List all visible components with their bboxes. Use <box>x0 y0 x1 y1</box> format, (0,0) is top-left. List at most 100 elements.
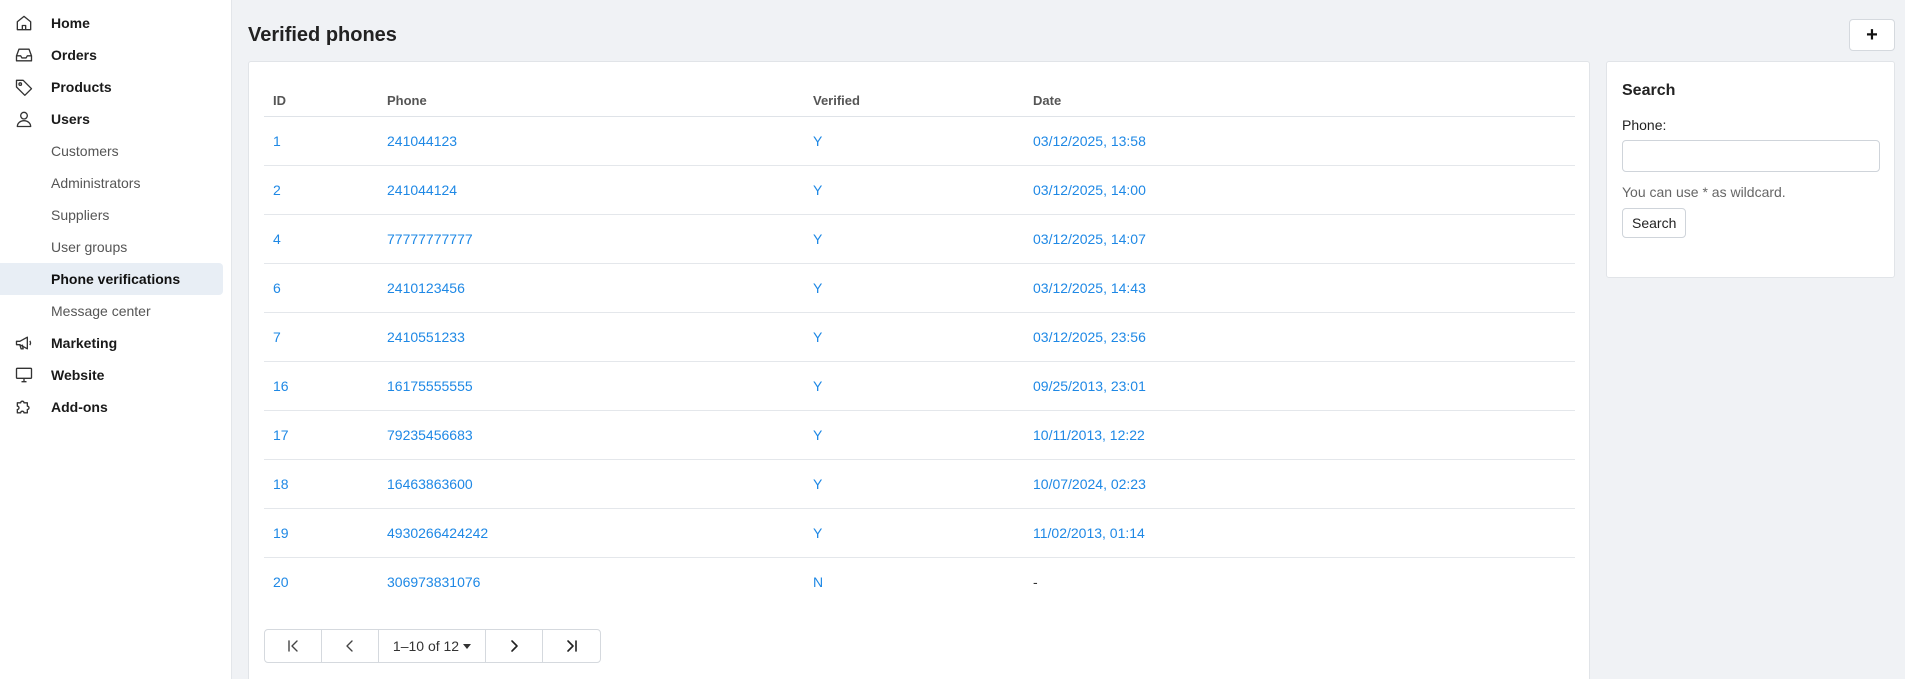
cell-date[interactable]: 03/12/2025, 14:43 <box>1024 263 1575 313</box>
cell-verified[interactable]: Y <box>804 214 1024 264</box>
sidebar-item-user-groups[interactable]: User groups <box>0 231 231 263</box>
previous-page-button[interactable] <box>322 630 379 662</box>
column-header-verified[interactable]: Verified <box>804 86 1024 117</box>
page-title: Verified phones <box>248 24 397 46</box>
puzzle-icon <box>14 397 34 417</box>
sidebar-item-label: Products <box>51 79 112 95</box>
cell-date[interactable]: 03/12/2025, 13:58 <box>1024 116 1575 166</box>
cell-phone[interactable]: 241044123 <box>378 116 804 166</box>
cell-phone[interactable]: 79235456683 <box>378 410 804 460</box>
cell-id[interactable]: 6 <box>264 263 378 313</box>
sidebar-item-customers[interactable]: Customers <box>0 135 231 167</box>
pagination: 1–10 of 12 <box>264 629 601 663</box>
cell-id[interactable]: 2 <box>264 165 378 215</box>
table-row[interactable]: 1 241044123 Y 03/12/2025, 13:58 <box>264 116 1575 166</box>
cell-verified[interactable]: Y <box>804 459 1024 509</box>
cell-verified[interactable]: Y <box>804 361 1024 411</box>
phone-label: Phone: <box>1622 117 1667 133</box>
column-header-phone[interactable]: Phone <box>378 86 804 117</box>
last-page-button[interactable] <box>543 630 600 662</box>
cell-phone[interactable]: 16175555555 <box>378 361 804 411</box>
page-range-label: 1–10 of 12 <box>392 638 460 654</box>
user-icon <box>14 109 34 129</box>
cell-id[interactable]: 16 <box>264 361 378 411</box>
first-page-button[interactable] <box>265 630 322 662</box>
sidebar: Home Orders Products Users Customers Adm… <box>0 0 232 679</box>
sidebar-item-products[interactable]: Products <box>0 71 231 103</box>
wildcard-hint: You can use * as wildcard. <box>1622 184 1786 200</box>
cell-id[interactable]: 4 <box>264 214 378 264</box>
tag-icon <box>14 77 34 97</box>
search-title: Search <box>1622 82 1676 99</box>
chevron-left-icon <box>346 640 353 652</box>
phone-search-input[interactable] <box>1622 140 1880 172</box>
cell-date[interactable]: 10/07/2024, 02:23 <box>1024 459 1575 509</box>
sidebar-item-label: Website <box>51 367 105 383</box>
search-button[interactable]: Search <box>1622 208 1687 238</box>
table-row[interactable]: 17 79235456683 Y 10/11/2013, 12:22 <box>264 410 1575 460</box>
first-page-icon <box>288 640 298 652</box>
cell-date[interactable]: 03/12/2025, 14:07 <box>1024 214 1575 264</box>
cell-verified[interactable]: Y <box>804 263 1024 313</box>
sidebar-item-suppliers[interactable]: Suppliers <box>0 199 231 231</box>
cell-date[interactable]: 10/11/2013, 12:22 <box>1024 410 1575 460</box>
inbox-icon <box>14 45 34 65</box>
sidebar-item-users[interactable]: Users <box>0 103 231 135</box>
table-row[interactable]: 6 2410123456 Y 03/12/2025, 14:43 <box>264 263 1575 313</box>
column-header-date[interactable]: Date <box>1024 86 1575 117</box>
table-row[interactable]: 16 16175555555 Y 09/25/2013, 23:01 <box>264 361 1575 411</box>
page-range-dropdown[interactable]: 1–10 of 12 <box>379 630 486 662</box>
table-row[interactable]: 18 16463863600 Y 10/07/2024, 02:23 <box>264 459 1575 509</box>
sidebar-item-marketing[interactable]: Marketing <box>0 327 231 359</box>
sidebar-item-label: Add-ons <box>51 399 108 415</box>
cell-date[interactable]: 03/12/2025, 23:56 <box>1024 312 1575 362</box>
sidebar-item-label: Home <box>51 15 90 31</box>
add-button[interactable]: + <box>1849 19 1895 51</box>
table-row[interactable]: 19 4930266424242 Y 11/02/2013, 01:14 <box>264 508 1575 558</box>
cell-verified[interactable]: Y <box>804 508 1024 558</box>
cell-id[interactable]: 20 <box>264 557 378 606</box>
megaphone-icon <box>14 333 34 353</box>
cell-phone[interactable]: 16463863600 <box>378 459 804 509</box>
home-icon <box>14 13 34 33</box>
cell-id[interactable]: 7 <box>264 312 378 362</box>
cell-verified[interactable]: N <box>804 557 1024 606</box>
cell-phone[interactable]: 306973831076 <box>378 557 804 606</box>
sidebar-item-message-center[interactable]: Message center <box>0 295 231 327</box>
cell-id[interactable]: 19 <box>264 508 378 558</box>
cell-verified[interactable]: Y <box>804 312 1024 362</box>
sidebar-item-home[interactable]: Home <box>0 7 231 39</box>
next-page-button[interactable] <box>486 630 543 662</box>
monitor-icon <box>14 365 34 385</box>
cell-phone[interactable]: 241044124 <box>378 165 804 215</box>
cell-date[interactable]: 03/12/2025, 14:00 <box>1024 165 1575 215</box>
last-page-icon <box>566 640 577 652</box>
sidebar-item-phone-verifications[interactable]: Phone verifications <box>0 263 223 295</box>
cell-date[interactable]: 11/02/2013, 01:14 <box>1024 508 1575 558</box>
table-row[interactable]: 20 306973831076 N - <box>264 557 1575 606</box>
cell-phone[interactable]: 4930266424242 <box>378 508 804 558</box>
column-header-id[interactable]: ID <box>264 86 378 117</box>
cell-verified[interactable]: Y <box>804 410 1024 460</box>
cell-verified[interactable]: Y <box>804 165 1024 215</box>
table-row[interactable]: 2 241044124 Y 03/12/2025, 14:00 <box>264 165 1575 215</box>
sidebar-item-addons[interactable]: Add-ons <box>0 391 231 423</box>
sidebar-item-orders[interactable]: Orders <box>0 39 231 71</box>
cell-id[interactable]: 1 <box>264 116 378 166</box>
cell-date: - <box>1033 573 1038 590</box>
cell-verified[interactable]: Y <box>804 116 1024 166</box>
chevron-right-icon <box>511 640 518 652</box>
sidebar-item-administrators[interactable]: Administrators <box>0 167 231 199</box>
cell-phone[interactable]: 2410551233 <box>378 312 804 362</box>
cell-phone[interactable]: 77777777777 <box>378 214 804 264</box>
cell-phone[interactable]: 2410123456 <box>378 263 804 313</box>
cell-id[interactable]: 17 <box>264 410 378 460</box>
cell-date[interactable]: 09/25/2013, 23:01 <box>1024 361 1575 411</box>
phones-table: ID Phone Verified Date 1 241044123 Y 03/… <box>264 86 1575 606</box>
cell-id[interactable]: 18 <box>264 459 378 509</box>
search-panel: Search Phone: You can use * as wildcard.… <box>1606 61 1895 278</box>
table-row[interactable]: 7 2410551233 Y 03/12/2025, 23:56 <box>264 312 1575 362</box>
table-row[interactable]: 4 77777777777 Y 03/12/2025, 14:07 <box>264 214 1575 264</box>
sidebar-item-website[interactable]: Website <box>0 359 231 391</box>
phones-table-card: ID Phone Verified Date 1 241044123 Y 03/… <box>248 61 1590 679</box>
